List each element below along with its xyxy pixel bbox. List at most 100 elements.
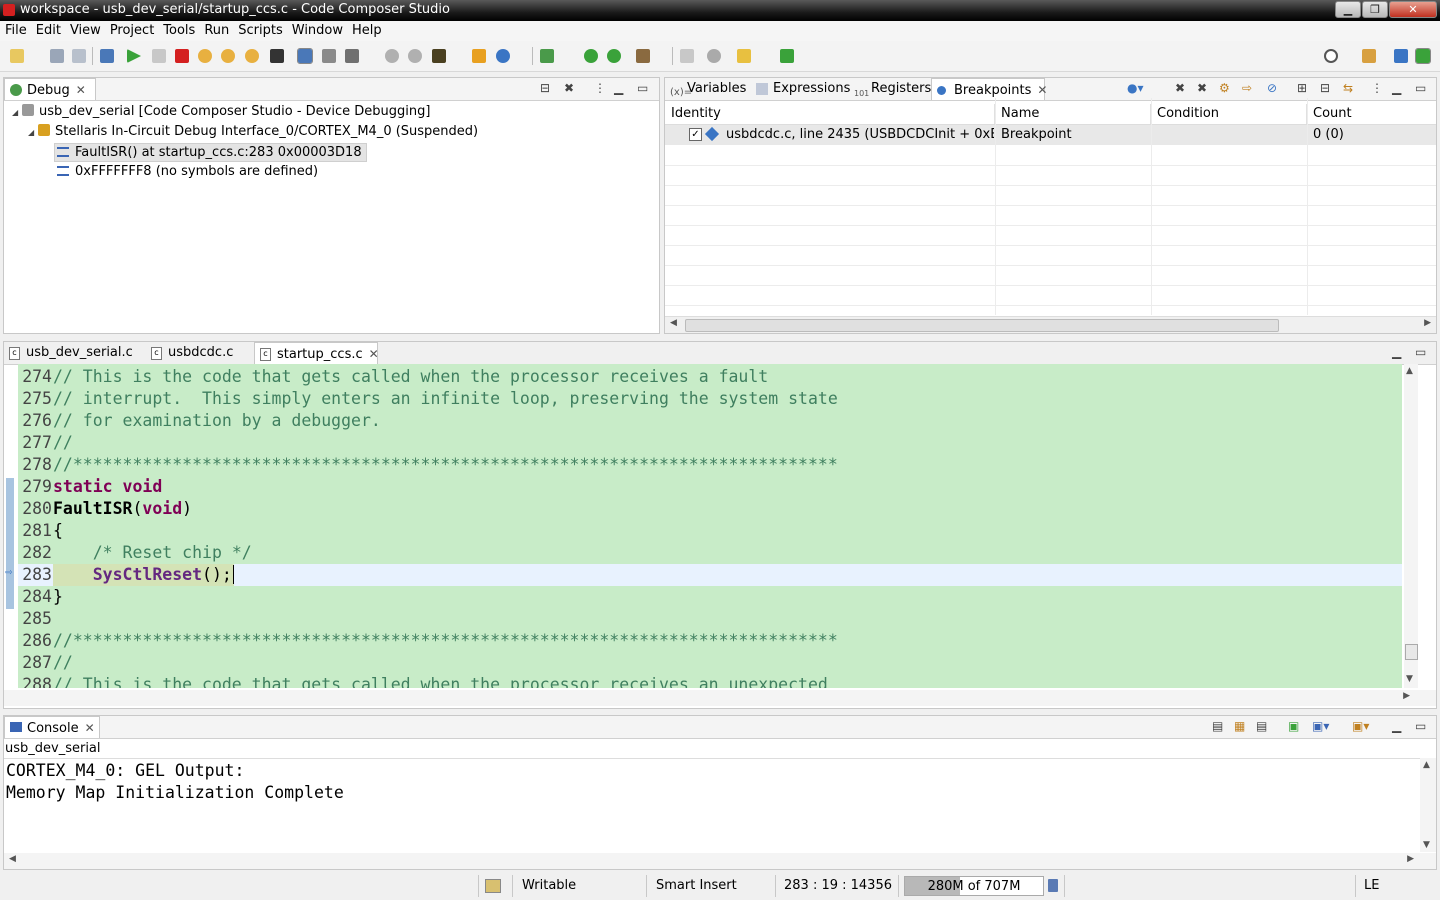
step-into-icon[interactable] (198, 49, 212, 63)
step-icon[interactable] (584, 49, 598, 63)
search-icon-2[interactable] (707, 49, 721, 63)
window-icon[interactable] (680, 49, 694, 63)
instruction-step-icon[interactable] (297, 48, 313, 64)
minimize-view-icon[interactable]: ▁ (1392, 719, 1401, 733)
hammer-icon[interactable] (636, 49, 650, 63)
new-breakpoint-icon[interactable]: ●▾ (1127, 81, 1144, 95)
menu-project[interactable]: Project (105, 21, 158, 38)
link-icon[interactable]: ⚙ (1219, 81, 1230, 95)
scroll-right-icon[interactable]: ▶ (1407, 854, 1414, 864)
menu-run[interactable]: Run (199, 21, 233, 38)
ccs-edit-perspective-icon[interactable] (1394, 49, 1408, 63)
save-all-icon[interactable] (72, 49, 86, 63)
breakpoint-icon[interactable] (496, 49, 510, 63)
scroll-lock-icon[interactable]: ▦ (1234, 719, 1245, 733)
scroll-down-icon[interactable]: ▼ (1406, 674, 1413, 684)
maximize-view-icon[interactable]: ▭ (1415, 719, 1426, 733)
edit-icon[interactable] (737, 49, 751, 63)
menu-help[interactable]: Help (347, 21, 386, 38)
tree-session[interactable]: ◢ usb_dev_serial [Code Composer Studio - … (12, 104, 430, 119)
restart-icon[interactable] (385, 49, 399, 63)
pin-console-icon[interactable]: ▣ (1288, 719, 1299, 733)
console-horizontal-scrollbar[interactable]: ◀ ▶ (4, 853, 1436, 869)
gear-icon[interactable] (540, 49, 554, 63)
skip-all-icon[interactable]: ⊘ (1267, 81, 1277, 95)
close-icon[interactable]: ✕ (1037, 83, 1047, 97)
maximize-view-icon[interactable]: ▭ (1415, 81, 1426, 95)
display-console-icon[interactable]: ▣▾ (1312, 719, 1329, 733)
maximize-view-icon[interactable]: ▭ (1415, 345, 1426, 359)
export-icon[interactable] (780, 49, 794, 63)
fast-view-icon[interactable] (485, 879, 501, 893)
tab-breakpoints[interactable]: Breakpoints ✕ (931, 78, 1047, 100)
console-output-area[interactable]: CORTEX_M4_0: GEL Output: Memory Map Init… (4, 758, 1420, 853)
close-icon[interactable]: ✕ (85, 721, 95, 735)
scroll-up-icon[interactable]: ▲ (1423, 760, 1430, 770)
menu-window[interactable]: Window (287, 21, 347, 38)
menu-tools[interactable]: Tools (158, 21, 199, 38)
scroll-down-icon[interactable]: ▼ (1423, 840, 1430, 850)
scroll-left-icon[interactable]: ◀ (9, 854, 16, 864)
tree-frame[interactable]: 0xFFFFFFF8 (no symbols are defined) (57, 164, 318, 179)
clear-console-icon[interactable]: ▤ (1212, 719, 1223, 733)
scroll-right-icon[interactable]: ▶ (1403, 691, 1410, 701)
ccs-debug-perspective-icon[interactable] (1415, 48, 1431, 64)
disconnect-icon[interactable] (408, 49, 422, 63)
menu-view[interactable]: View (65, 21, 105, 38)
heap-monitor[interactable]: 280M of 707M (904, 876, 1044, 896)
close-icon[interactable]: ✕ (369, 347, 379, 361)
tab-debug[interactable]: Debug ✕ (4, 78, 96, 100)
run-icon[interactable] (472, 49, 486, 63)
menu-file[interactable]: File (0, 21, 31, 38)
maximize-button[interactable]: ❐ (1362, 1, 1388, 18)
minimize-view-icon[interactable]: ▁ (1392, 81, 1401, 95)
close-button[interactable]: ✕ (1389, 1, 1437, 18)
tree-frame-selected[interactable]: FaultISR() at startup_ccs.c:283 0x00003D… (54, 143, 367, 162)
remove-all-breakpoints-icon[interactable]: ✖ (1197, 81, 1207, 95)
menu-edit[interactable]: Edit (31, 21, 65, 38)
open-console-icon[interactable]: ▣▾ (1352, 719, 1369, 733)
minimize-view-icon[interactable]: ▁ (614, 81, 623, 95)
scrollbar-thumb[interactable] (1405, 644, 1418, 660)
scroll-right-icon[interactable]: ▶ (1424, 318, 1431, 328)
garbage-collect-icon[interactable] (1048, 879, 1058, 892)
terminate-icon[interactable] (175, 49, 189, 63)
registers-icon[interactable] (270, 49, 284, 63)
search-icon[interactable] (1324, 49, 1338, 63)
menu-scripts[interactable]: Scripts (233, 21, 286, 38)
minimize-view-icon[interactable]: ▁ (1392, 345, 1401, 359)
scroll-left-icon[interactable]: ◀ (670, 318, 677, 328)
maximize-view-icon[interactable]: ▭ (637, 81, 648, 95)
link-editor-icon[interactable]: ⇆ (1343, 81, 1353, 95)
col-condition[interactable]: Condition (1151, 104, 1307, 124)
tab-console[interactable]: Console ✕ (4, 716, 100, 738)
collapse-all-bp-icon[interactable]: ⊟ (1320, 81, 1330, 95)
step-return-icon[interactable] (245, 49, 259, 63)
loop-icon[interactable] (607, 49, 621, 63)
load-program-icon[interactable] (345, 49, 359, 63)
debug-icon[interactable] (100, 49, 114, 63)
breakpoint-enabled-checkbox[interactable]: ✓ (689, 128, 702, 141)
expand-all-icon[interactable]: ⊞ (1297, 81, 1307, 95)
remove-breakpoint-icon[interactable]: ✖ (1175, 81, 1185, 95)
bug-icon[interactable] (432, 49, 446, 63)
table-row[interactable]: ✓ usbdcdc.c, line 2435 (USBDCDCInit + 0x… (665, 125, 1436, 145)
col-count[interactable]: Count (1307, 104, 1437, 124)
col-identity[interactable]: Identity (665, 104, 995, 124)
col-name[interactable]: Name (995, 104, 1151, 124)
horizontal-scrollbar[interactable]: ◀ ▶ (665, 316, 1436, 333)
tree-target[interactable]: ◢ Stellaris In-Circuit Debug Interface_0/… (28, 124, 478, 139)
close-icon[interactable]: ✕ (76, 83, 86, 97)
collapse-all-icon[interactable]: ⊟ (540, 81, 550, 95)
editor-horizontal-scrollbar[interactable]: ▶ (4, 690, 1436, 706)
goto-file-icon[interactable]: ⇨ (1242, 81, 1252, 95)
view-menu-icon[interactable]: ⋮ (1371, 81, 1383, 95)
reset-icon[interactable] (322, 49, 336, 63)
vertical-scrollbar[interactable]: ▲ ▼ (1404, 364, 1418, 688)
suspend-icon[interactable] (152, 49, 166, 63)
open-perspective-icon[interactable] (1362, 49, 1376, 63)
view-menu-icon[interactable]: ⋮ (594, 81, 606, 95)
step-over-icon[interactable] (221, 49, 235, 63)
minimize-button[interactable]: ▁ (1335, 1, 1361, 18)
resume-icon[interactable] (127, 49, 141, 63)
